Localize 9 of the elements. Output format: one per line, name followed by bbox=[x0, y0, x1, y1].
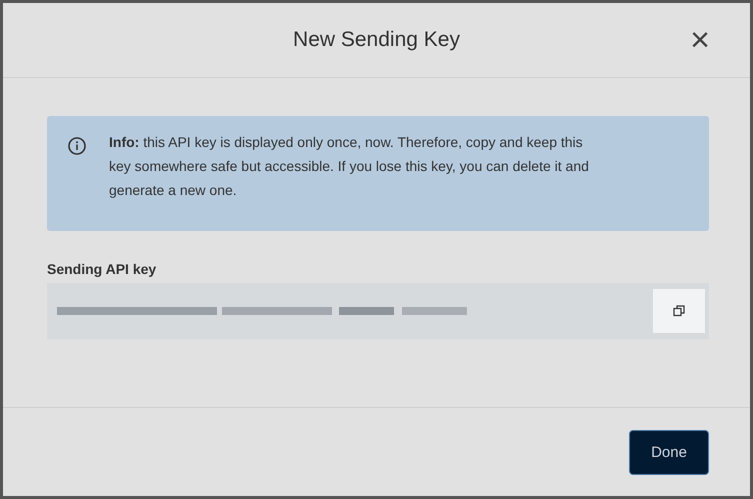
info-icon bbox=[67, 136, 87, 156]
close-button[interactable]: × bbox=[686, 23, 714, 57]
field-label: Sending API key bbox=[47, 261, 158, 277]
copy-button[interactable] bbox=[653, 289, 705, 333]
done-button[interactable]: Done bbox=[629, 430, 709, 474]
api-key-field[interactable] bbox=[47, 283, 709, 339]
info-text: Info: this API key is displayed only once, now. Therefore, copy and keep this key somewhere safe but accessible. If you lose this key, you can delete it and generate a new one. bbox=[109, 133, 589, 200]
dialog-title: New Sending Key bbox=[293, 28, 460, 52]
copy-icon bbox=[672, 304, 686, 318]
